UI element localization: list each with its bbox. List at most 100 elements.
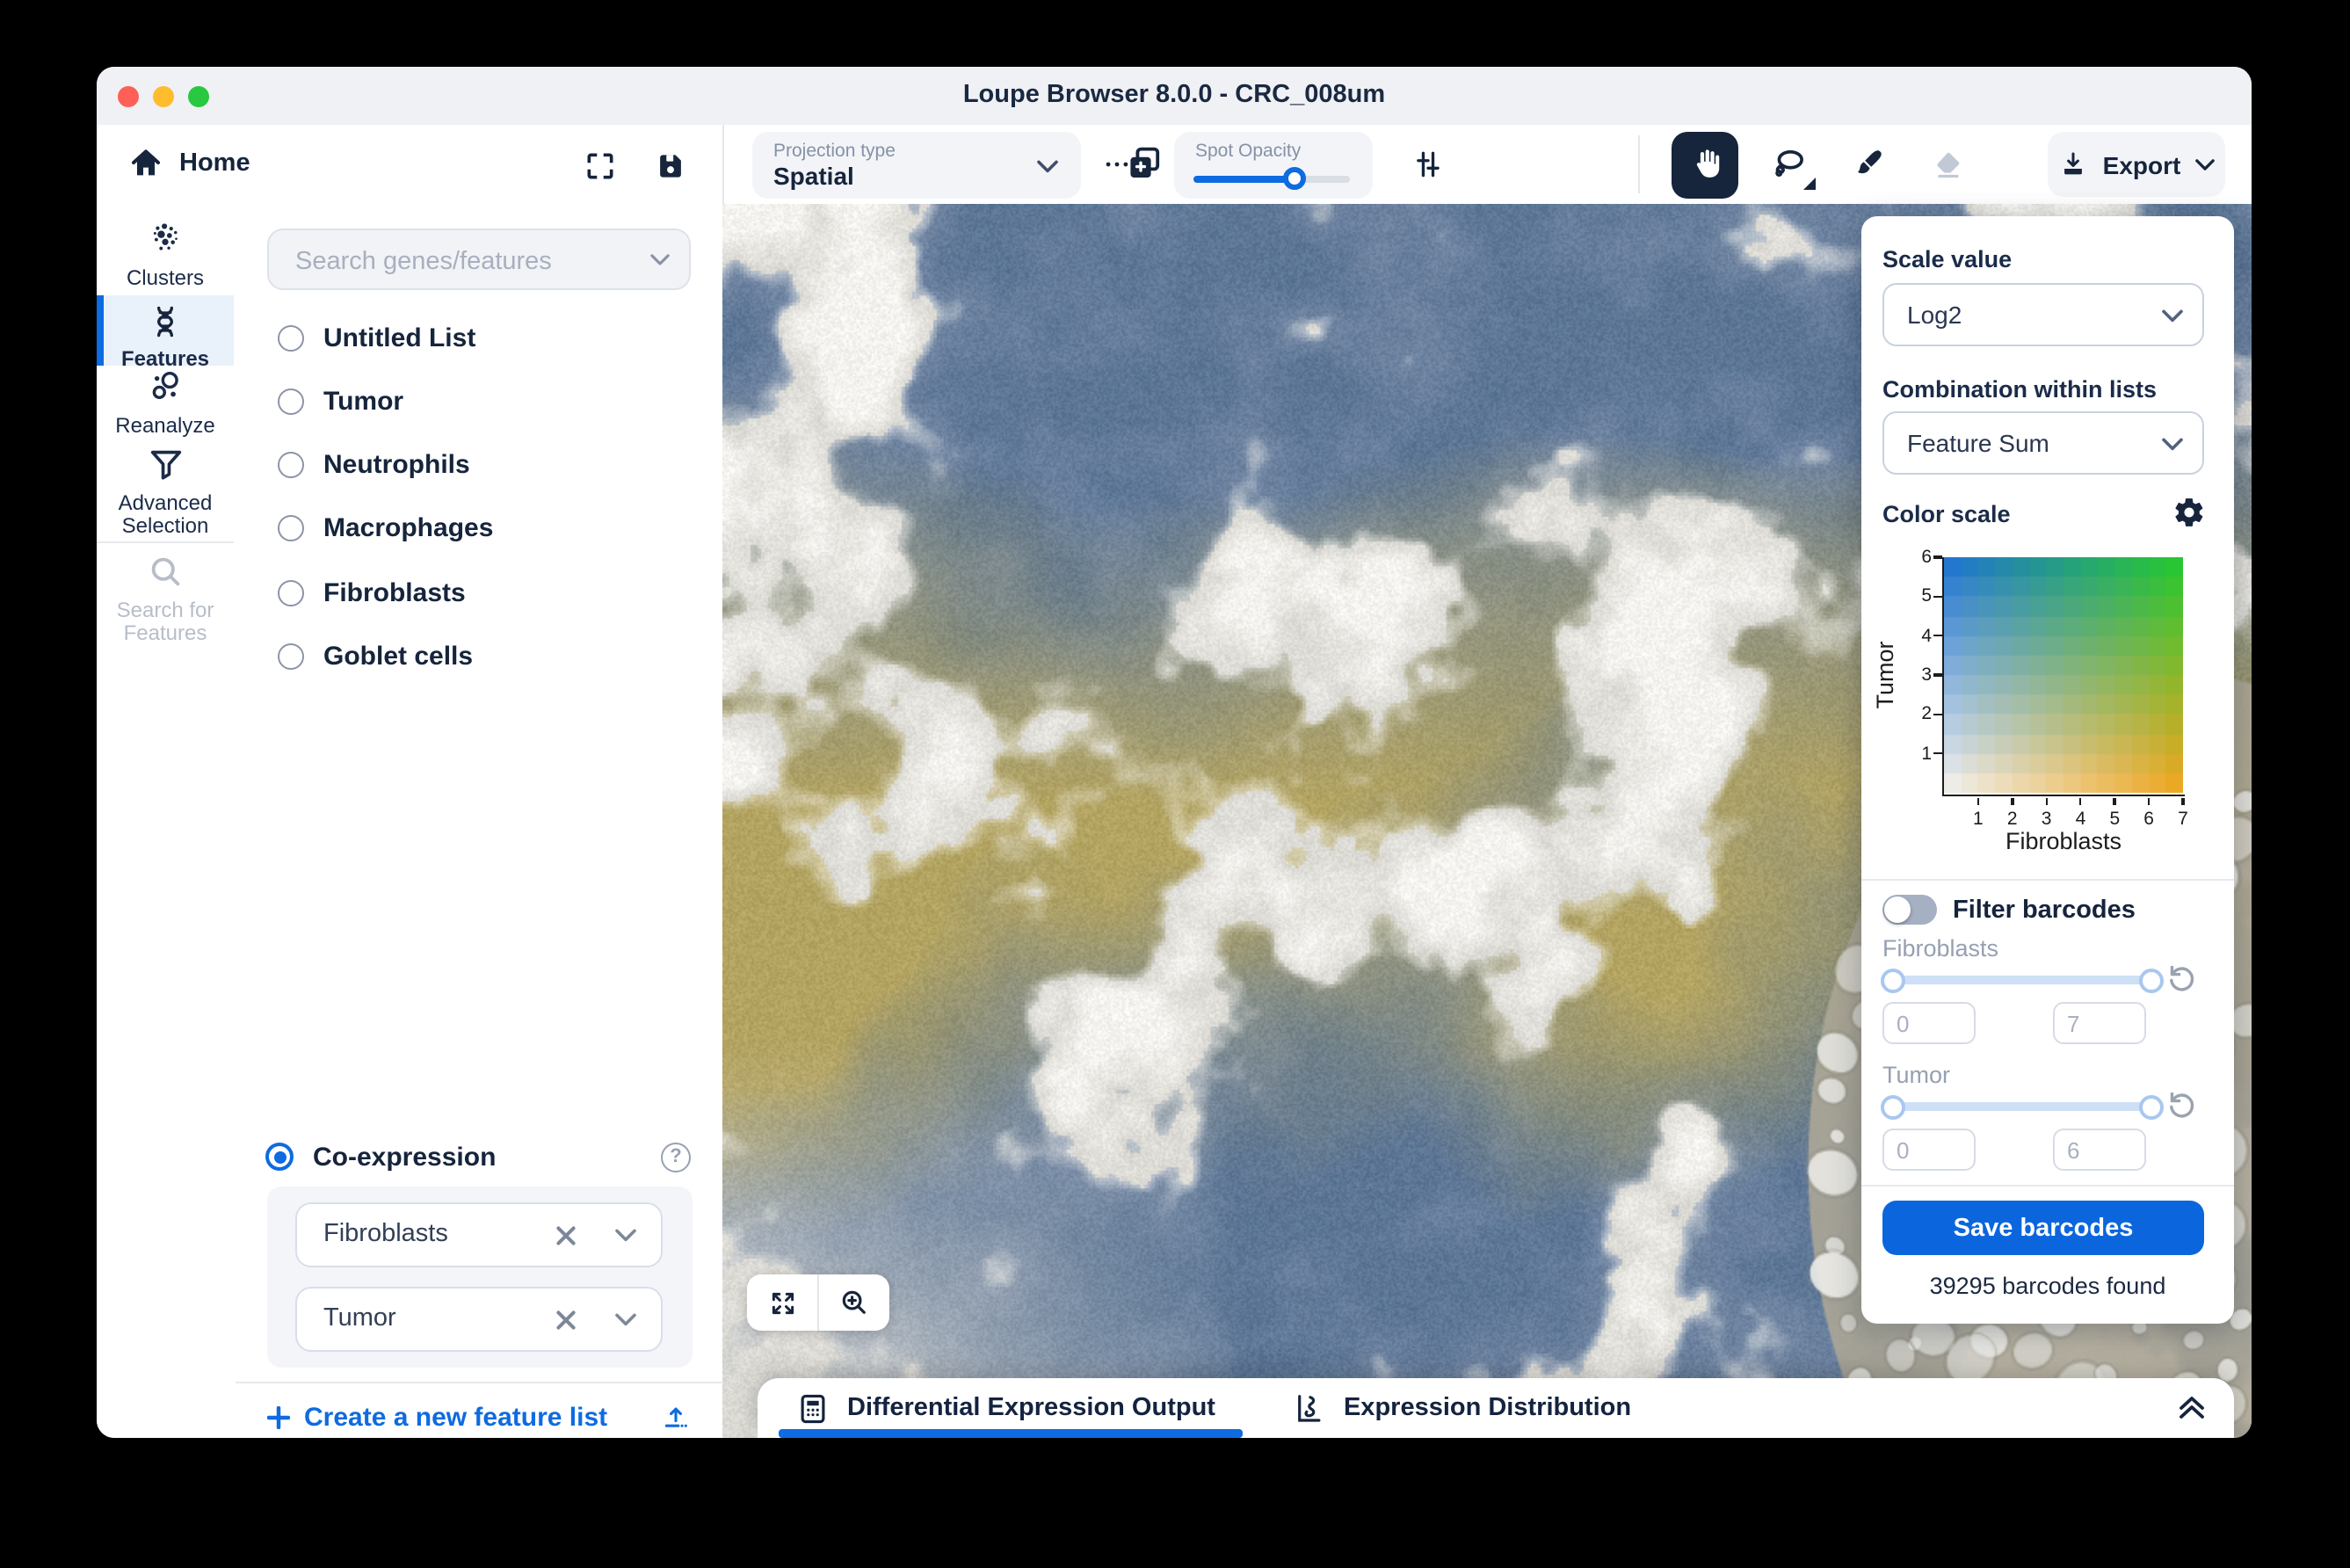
range-handle-max[interactable] [2139,968,2164,992]
window-title: Loupe Browser 8.0.0 - CRC_008um [97,67,2252,125]
sidebar-item-features[interactable]: Features [97,302,234,371]
tab-differential-expression-output[interactable]: Differential Expression Output [796,1391,1215,1425]
tumor-min-input[interactable] [1882,1129,1976,1171]
radio-icon[interactable] [278,514,304,541]
sidebar-item-clusters[interactable]: Clusters [97,220,234,290]
colormap-y-tick: 1 [1909,743,1932,764]
home-label: Home [179,149,250,178]
create-feature-list-button[interactable]: Create a new feature list [267,1396,691,1438]
combination-label: Combination within lists [1882,376,2157,403]
colormap-y-tick: 4 [1909,625,1932,646]
tumor-range-slider[interactable] [1893,1102,2151,1111]
tick-mark [1933,752,1941,755]
reanalyze-icon [97,367,234,408]
feature-list-item[interactable]: Fibroblasts [278,573,705,612]
help-icon[interactable]: ? [661,1142,691,1172]
toolbar-divider [722,125,724,204]
add-projection-view-button[interactable] [1120,139,1169,188]
coexpression-feature-select[interactable]: Fibroblasts [295,1202,663,1267]
brush-icon [1848,146,1885,183]
projection-type-label: Projection type [773,140,896,161]
feature-list-item[interactable]: Tumor [278,381,705,420]
colormap-axes [1941,557,2185,796]
sidebar-item-reanalyze[interactable]: Reanalyze [97,367,234,438]
feature-list-item[interactable]: Macrophages [278,508,705,547]
chevron-down-icon[interactable] [615,1313,636,1327]
coexpression-colormap: Tumor Fibroblasts 1234567123456 [1861,543,2234,877]
lasso-flyout-indicator[interactable] [1803,178,1816,190]
gear-icon[interactable] [2172,496,2206,529]
tumor-max-input[interactable] [2053,1129,2146,1171]
radio-icon[interactable] [278,451,304,477]
search-genes-input[interactable] [292,230,633,292]
sidebar-divider [97,541,234,543]
spot-opacity-handle[interactable] [1284,167,1307,190]
sidebar-item-search-for-features[interactable]: Search for Features [97,552,234,645]
export-button[interactable]: Export [2048,132,2225,197]
selected-feature-value: Fibroblasts [323,1220,448,1248]
reset-icon[interactable] [2167,963,2197,993]
feature-list-item[interactable]: Untitled List [278,318,705,357]
feature-list-label: Fibroblasts [323,577,466,607]
save-button[interactable] [649,144,691,186]
fibroblasts-max-input[interactable] [2053,1002,2146,1044]
radio-icon[interactable] [278,388,304,414]
clear-icon[interactable] [555,1310,577,1331]
features-panel: Untitled List Tumor Neutrophils Macropha… [236,204,722,1438]
sidebar-item-label: Reanalyze [97,415,234,438]
fibroblasts-range-slider[interactable] [1893,976,2151,984]
clear-icon[interactable] [555,1225,577,1246]
coexpression-feature-select[interactable]: Tumor [295,1287,663,1352]
brush-tool-button[interactable] [1833,131,1900,198]
tick-mark [1976,797,1979,805]
chevron-down-icon[interactable] [615,1229,636,1243]
expand-panel-button[interactable] [2178,1394,2206,1420]
projection-type-dropdown[interactable]: Projection type Spatial [752,131,1081,198]
search-genes-box[interactable] [267,229,691,290]
color-settings-panel: Scale value Log2 Combination within list… [1861,216,2234,1324]
feature-list-item[interactable]: Neutrophils [278,445,705,483]
titlebar: Loupe Browser 8.0.0 - CRC_008um [97,67,2252,127]
coexpression-item[interactable]: Co-expression ? [265,1137,691,1176]
chevron-down-icon [2162,309,2183,323]
radio-icon[interactable] [278,642,304,669]
bottom-panel: Differential Expression Output Expressio… [758,1378,2234,1438]
tick-mark [1933,635,1941,637]
scale-value: Log2 [1907,301,1962,329]
eraser-tool-button[interactable] [1914,131,1981,198]
scale-value-select[interactable]: Log2 [1882,283,2204,346]
dna-icon [97,302,234,341]
tab-expression-distribution[interactable]: Expression Distribution [1293,1391,1631,1425]
fit-view-button[interactable] [747,1274,817,1331]
colormap-x-tick: 2 [2002,809,2023,830]
filter-barcodes-toggle[interactable] [1882,895,1937,925]
display-settings-button[interactable] [1404,141,1450,186]
combination-select[interactable]: Feature Sum [1882,411,2204,475]
upload-icon[interactable] [661,1402,691,1432]
save-barcodes-button[interactable]: Save barcodes [1882,1201,2204,1255]
hand-icon [1686,146,1723,183]
range-handle-min[interactable] [1881,968,1905,992]
panel-divider [1861,1185,2234,1187]
feature-list-item[interactable]: Goblet cells [278,636,705,675]
colormap-x-tick: 6 [2138,809,2159,830]
sidebar-item-label: Clusters [97,267,234,290]
radio-icon[interactable] [278,324,304,351]
pan-tool-button[interactable] [1672,131,1738,198]
home-button[interactable]: Home [128,125,250,202]
zoom-in-button[interactable] [819,1274,889,1331]
filter-name: Fibroblasts [1882,935,1998,962]
clusters-icon [97,220,234,260]
tick-mark [2148,797,2151,805]
radio-icon[interactable] [278,579,304,606]
plus-icon [267,1405,290,1428]
spot-opacity-slider[interactable] [1193,175,1350,182]
fibroblasts-min-input[interactable] [1882,1002,1976,1044]
reset-icon[interactable] [2167,1090,2197,1120]
range-handle-min[interactable] [1881,1094,1905,1119]
sidebar-item-advanced-selection[interactable]: Advanced Selection [97,445,234,538]
tick-mark [2114,797,2116,805]
radio-selected-icon[interactable] [265,1143,294,1171]
fullscreen-button[interactable] [578,144,620,186]
range-handle-max[interactable] [2139,1094,2164,1119]
